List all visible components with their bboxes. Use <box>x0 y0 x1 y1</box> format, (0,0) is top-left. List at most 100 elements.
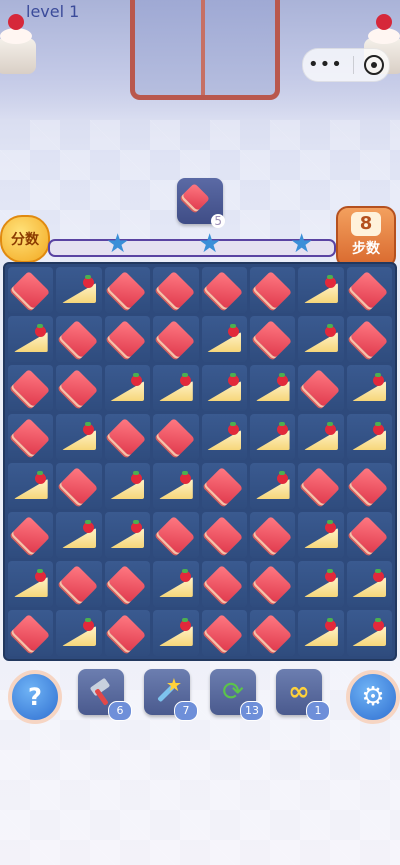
board-cell[interactable] <box>298 561 344 607</box>
board-cell[interactable] <box>56 414 102 460</box>
board-cell[interactable] <box>56 512 102 558</box>
square-cake-icon <box>108 270 147 310</box>
board-cell[interactable] <box>346 414 392 460</box>
board-cell[interactable] <box>104 316 151 362</box>
square-cake-icon <box>11 613 50 653</box>
progress-star-icon: ★ <box>290 229 314 259</box>
board-cell[interactable] <box>153 316 199 362</box>
board-cell[interactable] <box>298 316 344 362</box>
board-cell[interactable] <box>249 463 296 509</box>
settings-button[interactable]: ⚙ <box>346 670 400 724</box>
board-cell[interactable] <box>249 512 296 558</box>
cake-slice-icon <box>110 373 145 401</box>
board-cell[interactable] <box>346 463 392 509</box>
mini-program-capsule: ••• <box>302 48 390 82</box>
board-cell[interactable] <box>249 365 296 411</box>
board-cell[interactable] <box>8 316 54 362</box>
square-cake-icon <box>350 270 389 310</box>
moves-label: 步数 <box>352 241 380 257</box>
board-cell[interactable] <box>201 561 247 607</box>
board-cell[interactable] <box>298 610 344 656</box>
moves-counter: 8 步数 <box>336 206 396 268</box>
board-cell[interactable] <box>249 316 296 362</box>
square-cake-icon <box>59 564 99 604</box>
board-cell[interactable] <box>346 610 392 656</box>
board-cell[interactable] <box>346 512 392 558</box>
board-cell[interactable] <box>8 414 54 460</box>
board-cell[interactable] <box>56 463 102 509</box>
square-cake-icon <box>253 515 292 555</box>
board-cell[interactable] <box>346 316 392 362</box>
capsule-divider <box>352 56 354 74</box>
shuffle-tool-button[interactable]: ⟳ 13 <box>210 669 264 721</box>
board-cell[interactable] <box>8 512 54 558</box>
board-cell[interactable] <box>104 512 151 558</box>
board-cell[interactable] <box>298 267 344 313</box>
board-cell[interactable] <box>249 610 296 656</box>
cake-slice-icon <box>255 373 290 401</box>
board-cell[interactable] <box>56 365 102 411</box>
board-cell[interactable] <box>298 512 344 558</box>
board-cell[interactable] <box>201 267 247 313</box>
square-cake-icon <box>253 319 292 359</box>
cherry-cake-decoration-left <box>0 14 38 74</box>
board-cell[interactable] <box>56 610 102 656</box>
cake-slice-icon <box>13 324 48 352</box>
hammer-tool-button[interactable]: 6 <box>78 669 132 721</box>
board-cell[interactable] <box>249 267 296 313</box>
board-cell[interactable] <box>56 316 102 362</box>
help-button[interactable]: ? <box>8 670 62 724</box>
cake-slice-icon <box>13 471 48 499</box>
board-cell[interactable] <box>201 316 247 362</box>
square-cake-icon <box>205 613 244 653</box>
board-cell[interactable] <box>104 561 151 607</box>
board-cell[interactable] <box>153 463 199 509</box>
cake-slice-icon <box>62 422 97 450</box>
board-cell[interactable] <box>104 610 151 656</box>
magic-wand-tool-button[interactable]: ★ 7 <box>144 669 198 721</box>
square-cake-icon <box>108 319 147 359</box>
level-label: level 1 <box>26 2 80 21</box>
board-cell[interactable] <box>298 414 344 460</box>
board-cell[interactable] <box>153 365 199 411</box>
board-cell[interactable] <box>346 561 392 607</box>
square-cake-icon <box>205 270 244 310</box>
goal-remaining-count: 5 <box>211 214 225 228</box>
board-cell[interactable] <box>201 365 247 411</box>
score-badge: 分数 <box>0 215 50 263</box>
cake-slice-icon <box>62 520 97 548</box>
board-cell[interactable] <box>104 365 151 411</box>
infinite-moves-tool-button[interactable]: ∞ 1 <box>276 669 330 721</box>
cake-slice-icon <box>62 275 97 303</box>
board-cell[interactable] <box>56 267 102 313</box>
board-cell[interactable] <box>8 610 54 656</box>
board-cell[interactable] <box>298 463 344 509</box>
board-cell[interactable] <box>8 267 54 313</box>
board-cell[interactable] <box>201 463 247 509</box>
board-cell[interactable] <box>153 512 199 558</box>
board-cell[interactable] <box>249 414 296 460</box>
more-menu-button[interactable]: ••• <box>308 56 343 74</box>
board-cell[interactable] <box>104 267 151 313</box>
board-cell[interactable] <box>346 365 392 411</box>
board-cell[interactable] <box>153 267 199 313</box>
close-target-icon[interactable] <box>363 55 384 75</box>
board-cell[interactable] <box>56 561 102 607</box>
board-cell[interactable] <box>201 512 247 558</box>
board-cell[interactable] <box>249 561 296 607</box>
board-cell[interactable] <box>104 463 151 509</box>
board-cell[interactable] <box>153 561 199 607</box>
board-cell[interactable] <box>8 463 54 509</box>
moves-count: 8 <box>351 212 381 236</box>
board-cell[interactable] <box>8 561 54 607</box>
board-cell[interactable] <box>298 365 344 411</box>
square-cake-icon <box>59 466 99 506</box>
board-cell[interactable] <box>201 610 247 656</box>
square-cake-icon <box>156 270 195 310</box>
board-cell[interactable] <box>104 414 151 460</box>
board-cell[interactable] <box>346 267 392 313</box>
board-cell[interactable] <box>8 365 54 411</box>
board-cell[interactable] <box>153 414 199 460</box>
board-cell[interactable] <box>153 610 199 656</box>
board-cell[interactable] <box>201 414 247 460</box>
